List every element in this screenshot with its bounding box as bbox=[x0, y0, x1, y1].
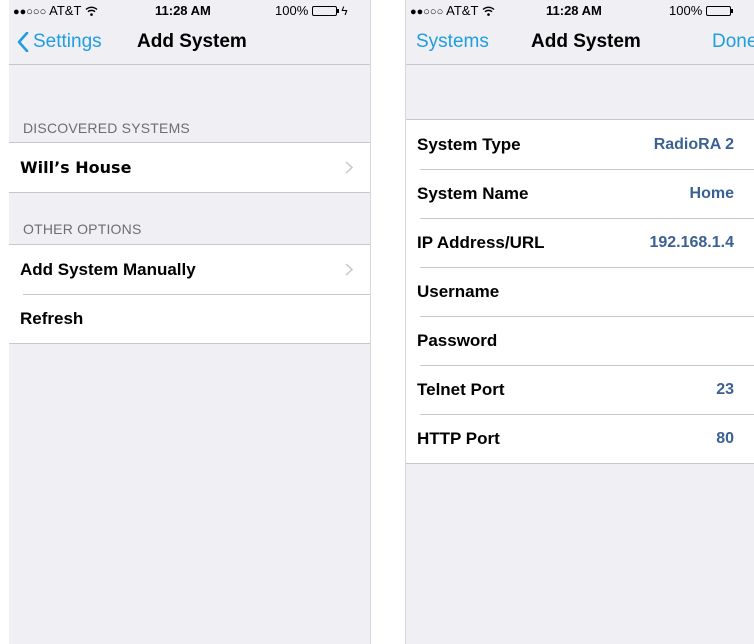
battery-percent: 100% bbox=[275, 3, 309, 18]
add-system-manually-item[interactable]: Add System Manually bbox=[9, 245, 370, 294]
field-label: HTTP Port bbox=[417, 428, 500, 448]
field-label: Username bbox=[417, 281, 500, 301]
carrier-name: AT&T bbox=[49, 3, 82, 18]
disclosure-chevron-icon bbox=[345, 263, 353, 276]
battery-icon bbox=[706, 5, 734, 16]
status-bar: ●●○○○ AT&T 11:28 AM 100% bbox=[406, 0, 754, 20]
systems-back-button[interactable]: Systems bbox=[416, 20, 489, 64]
done-button[interactable]: Done bbox=[712, 20, 754, 64]
wifi-icon bbox=[482, 6, 495, 16]
wifi-icon bbox=[85, 6, 98, 16]
field-label: System Type bbox=[417, 134, 521, 154]
page-title: Add System bbox=[137, 31, 247, 52]
section-header-discovered: DISCOVERED SYSTEMS bbox=[23, 120, 190, 136]
field-value: 23 bbox=[716, 380, 734, 398]
list-item-label: Add System Manually bbox=[20, 259, 196, 279]
list-item-label: Will’s House bbox=[20, 158, 132, 177]
field-value: 192.168.1.4 bbox=[649, 233, 734, 251]
field-label: System Name bbox=[417, 183, 529, 203]
other-options-list: Add System Manually Refresh bbox=[9, 244, 370, 344]
field-label: Password bbox=[417, 330, 498, 350]
battery-status: 100% ϟ bbox=[275, 3, 348, 18]
field-system-type[interactable]: System Type RadioRA 2 bbox=[406, 120, 754, 169]
carrier-signal: ●●○○○ AT&T bbox=[410, 3, 495, 18]
status-time: 11:28 AM bbox=[155, 3, 211, 18]
field-telnet-port[interactable]: Telnet Port 23 bbox=[406, 365, 754, 414]
field-system-name[interactable]: System Name Home bbox=[406, 169, 754, 218]
status-time: 11:28 AM bbox=[546, 3, 602, 18]
battery-percent: 100% bbox=[669, 3, 703, 18]
battery-status: 100% bbox=[669, 3, 734, 18]
back-chevron-icon bbox=[17, 32, 29, 52]
navigation-bar: Systems Add System Done bbox=[406, 20, 754, 65]
carrier-signal: ●●○○○ AT&T bbox=[13, 3, 98, 18]
system-settings-form: System Type RadioRA 2 System Name Home I… bbox=[406, 119, 754, 464]
signal-dots: ●●○○○ bbox=[13, 6, 47, 18]
field-http-port[interactable]: HTTP Port 80 bbox=[406, 414, 754, 463]
field-password[interactable]: Password bbox=[406, 316, 754, 365]
navigation-bar: Settings Add System bbox=[9, 20, 370, 65]
back-button-label: Settings bbox=[33, 31, 102, 52]
list-item-discovered-system[interactable]: Will’s House bbox=[9, 143, 370, 192]
field-value: RadioRA 2 bbox=[653, 135, 734, 153]
field-ip-address[interactable]: IP Address/URL 192.168.1.4 bbox=[406, 218, 754, 267]
left-screen: ●●○○○ AT&T 11:28 AM 100% ϟ Settings Add … bbox=[9, 0, 371, 644]
discovered-systems-list: Will’s House bbox=[9, 142, 370, 193]
field-username[interactable]: Username bbox=[406, 267, 754, 316]
field-value: 80 bbox=[716, 429, 734, 447]
section-header-other: OTHER OPTIONS bbox=[23, 221, 142, 237]
charging-bolt-icon: ϟ bbox=[341, 3, 348, 18]
status-bar: ●●○○○ AT&T 11:28 AM 100% ϟ bbox=[9, 0, 370, 20]
field-label: Telnet Port bbox=[417, 379, 505, 399]
signal-dots: ●●○○○ bbox=[410, 6, 444, 18]
right-screen: ●●○○○ AT&T 11:28 AM 100% Systems Add Sys… bbox=[405, 0, 754, 644]
battery-icon bbox=[312, 5, 340, 16]
page-title: Add System bbox=[531, 31, 641, 52]
back-button[interactable]: Settings bbox=[17, 20, 102, 64]
field-label: IP Address/URL bbox=[417, 232, 545, 252]
field-value: Home bbox=[689, 184, 734, 202]
refresh-item[interactable]: Refresh bbox=[9, 294, 370, 343]
list-item-label: Refresh bbox=[20, 308, 84, 328]
disclosure-chevron-icon bbox=[345, 161, 353, 174]
carrier-name: AT&T bbox=[446, 3, 479, 18]
